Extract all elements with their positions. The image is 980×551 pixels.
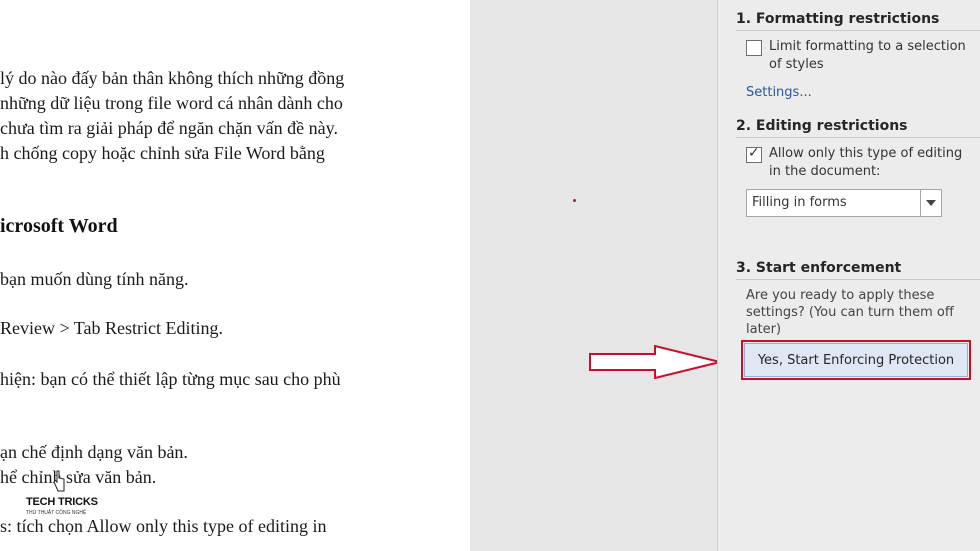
allow-editing-checkbox[interactable]: ✓ (746, 145, 762, 163)
editing-type-dropdown[interactable]: Filling in forms (746, 189, 942, 217)
document-text-line: những dữ liệu trong file word cá nhân dà… (0, 93, 343, 113)
section-divider (736, 30, 980, 31)
limit-formatting-label: Limit formatting to a selection of style… (769, 39, 966, 72)
document-text-line: bạn muốn dùng tính năng. (0, 269, 189, 289)
dropdown-arrow-button[interactable] (920, 190, 941, 216)
allow-editing-label: Allow only this type of editing in the d… (769, 146, 963, 179)
document-text-line: s: tích chọn Allow only this type of edi… (0, 516, 327, 536)
limit-formatting-option[interactable]: Limit formatting to a selection of style… (746, 38, 974, 74)
start-enforcement-title: 3. Start enforcement (736, 260, 902, 276)
formatting-restrictions-title: 1. Formatting restrictions (736, 11, 940, 27)
watermark-brand: TECH TRICKS (26, 496, 98, 508)
start-enforcing-protection-button[interactable]: Yes, Start Enforcing Protection (741, 340, 971, 380)
document-text-line: Review > Tab Restrict Editing. (0, 318, 224, 338)
editing-type-value: Filling in forms (752, 195, 847, 210)
document-page[interactable]: lý do nào đấy bản thân không thích những… (0, 0, 470, 551)
red-dot-mark (573, 199, 576, 202)
document-text-line: hể chỉnh sửa văn bản. (0, 467, 157, 487)
restrict-editing-pane: 1. Formatting restrictions Limit formatt… (717, 0, 980, 551)
section-divider (736, 279, 980, 280)
hand-cursor-icon (53, 470, 65, 492)
document-text-line: ạn chế định dạng văn bản. (0, 442, 188, 462)
allow-editing-option[interactable]: ✓ Allow only this type of editing in the… (746, 145, 974, 181)
watermark-tagline: THỦ THUẬT CÔNG NGHỆ (26, 510, 87, 516)
checkmark-icon: ✓ (748, 145, 760, 161)
section-divider (736, 137, 980, 138)
chevron-down-icon (926, 200, 936, 206)
limit-formatting-checkbox[interactable] (746, 40, 762, 56)
document-text-line: hiện: bạn có thể thiết lập từng mục sau … (0, 369, 341, 389)
workspace-background (470, 0, 717, 551)
red-arrow-icon (589, 345, 721, 379)
document-text-line: lý do nào đấy bản thân không thích những… (0, 68, 345, 88)
formatting-settings-link[interactable]: Settings... (746, 85, 812, 100)
document-heading: icrosoft Word (0, 215, 118, 237)
document-text-line: chưa tìm ra giải pháp để ngăn chặn vấn đ… (0, 118, 338, 138)
enforcement-prompt: Are you ready to apply these settings? (… (746, 288, 954, 337)
editing-restrictions-title: 2. Editing restrictions (736, 118, 908, 134)
document-text-line: h chống copy hoặc chỉnh sửa File Word bằ… (0, 143, 325, 163)
